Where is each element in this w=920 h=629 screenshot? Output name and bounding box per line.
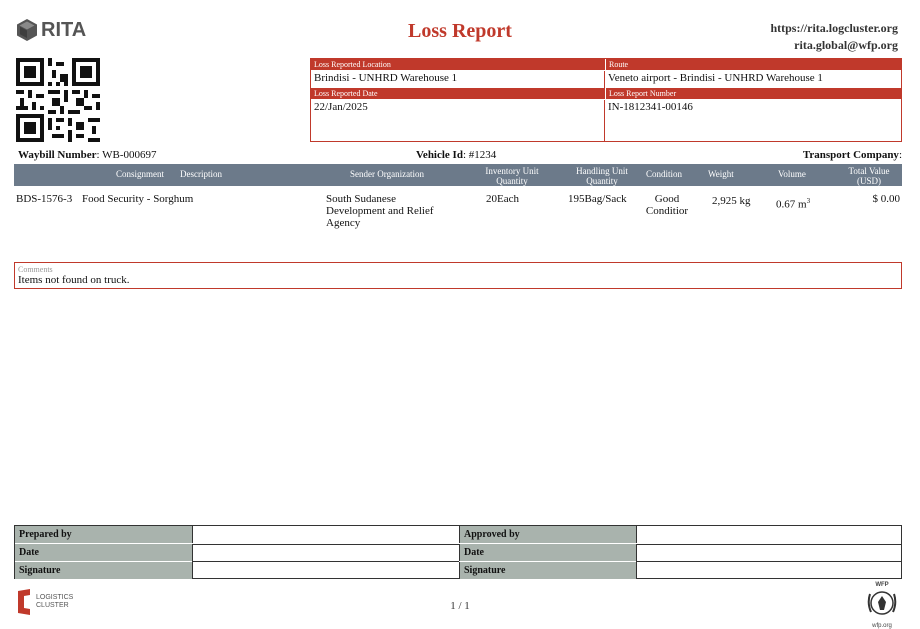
prepared-date-label: Date — [15, 544, 192, 561]
prepared-by-field[interactable] — [192, 526, 459, 543]
comments-label: Comments — [18, 265, 53, 274]
cell-sender: South Sudanese Development and Relief Agen… — [326, 193, 434, 229]
cell-condition: Good Conditior — [645, 193, 689, 217]
col-total: Total Value (USD) — [848, 166, 890, 186]
approved-signature-label: Signature — [459, 562, 636, 579]
wfp-logo: WFP wfp.org — [862, 582, 902, 629]
cell-total: $ 0.00 — [872, 193, 901, 205]
prepared-date-field[interactable] — [192, 544, 459, 561]
meta-row: Waybill Number: WB-000697 Vehicle Id: #1… — [16, 149, 902, 163]
col-description: Description — [180, 169, 222, 179]
location-value: Brindisi - UNHRD Warehouse 1 — [311, 71, 605, 88]
approved-date-field[interactable] — [636, 544, 901, 561]
approved-by-label: Approved by — [459, 526, 636, 543]
signature-block: Prepared by Approved by Date Date Signat… — [14, 525, 902, 579]
transport-company: Transport Company: — [802, 149, 902, 161]
col-sender: Sender Organization — [350, 169, 425, 179]
prepared-by-label: Prepared by — [15, 526, 192, 543]
waybill-number: Waybill Number: WB-000697 — [18, 149, 157, 161]
route-label: Route — [605, 59, 901, 70]
col-volume: Volume — [778, 169, 806, 179]
cell-inventory: 20Each — [486, 193, 519, 205]
col-condition: Condition — [646, 169, 683, 179]
date-value: 22/Jan/2025 — [311, 100, 605, 141]
approved-signature-field[interactable] — [636, 561, 901, 578]
email-link[interactable]: rita.global@wfp.org — [770, 37, 898, 54]
route-value: Veneto airport - Brindisi - UNHRD Wareho… — [608, 72, 823, 84]
vehicle-id: Vehicle Id: #1234 — [416, 149, 497, 161]
report-number-value: IN-1812341-00146 — [608, 101, 693, 113]
approved-date-label: Date — [459, 544, 636, 561]
approved-by-field[interactable] — [636, 526, 901, 543]
date-label: Loss Reported Date — [311, 88, 605, 99]
col-handling: Handling Unit Quantity — [576, 166, 628, 186]
report-number-label: Loss Report Number — [605, 88, 901, 99]
contact-block: https://rita.logcluster.org rita.global@… — [770, 20, 898, 54]
table-row: BDS-1576-3 Food Security - Sorghum South… — [14, 193, 902, 233]
prepared-signature-label: Signature — [15, 562, 192, 579]
col-weight: Weight — [708, 169, 734, 179]
table-header: Consignment Description Sender Organizat… — [14, 164, 902, 186]
cell-weight: 2,925 kg — [712, 195, 751, 207]
comments-box: Comments Items not found on truck. — [14, 262, 902, 289]
wfp-emblem-icon — [867, 591, 897, 615]
cell-volume: 0.67 m3 — [776, 197, 811, 211]
website-link[interactable]: https://rita.logcluster.org — [770, 20, 898, 37]
col-consignment: Consignment — [116, 169, 165, 179]
prepared-signature-field[interactable] — [192, 561, 459, 578]
cell-consignment: BDS-1576-3 — [16, 193, 73, 205]
loss-info-box: Loss Reported Location Route Brindisi - … — [310, 58, 902, 142]
cell-handling: 195Bag/Sack — [568, 193, 627, 205]
location-label: Loss Reported Location — [311, 59, 605, 70]
col-inventory: Inventory Unit Quantity — [485, 166, 539, 186]
qr-code-icon — [16, 58, 100, 142]
comments-value: Items not found on truck. — [18, 274, 130, 286]
cell-description: Food Security - Sorghum — [82, 193, 194, 205]
page-number: 1 / 1 — [450, 600, 470, 612]
